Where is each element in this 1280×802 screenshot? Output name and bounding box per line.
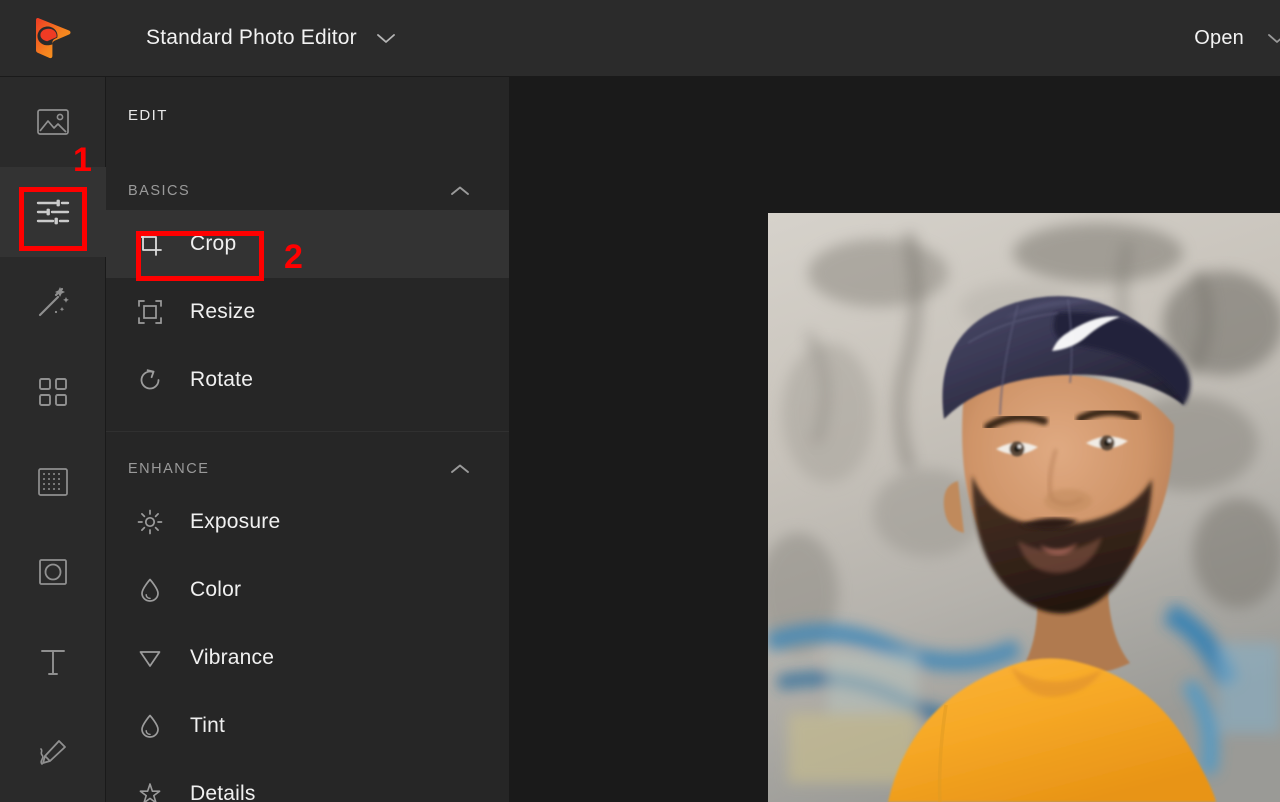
photo-canvas[interactable] [768, 213, 1280, 802]
texture-icon [37, 467, 69, 497]
section-label-basics: BASICS [128, 183, 190, 199]
panel-item-label-resize: Resize [190, 300, 255, 324]
document-title: Standard Photo Editor [146, 26, 357, 50]
panel-item-crop[interactable]: Crop [106, 210, 509, 278]
chevron-down-icon-edge[interactable] [1266, 31, 1280, 45]
panel-item-resize[interactable]: Resize [106, 278, 509, 346]
section-header-basics[interactable]: BASICS [106, 172, 509, 210]
panel-item-label-rotate: Rotate [190, 368, 253, 392]
rail-item-overlay[interactable] [0, 347, 106, 437]
rail-item-texture[interactable] [0, 437, 106, 527]
header-actions: Open [1194, 27, 1280, 50]
crop-icon [128, 231, 172, 257]
panel-item-label-crop: Crop [190, 232, 236, 256]
photo-image [768, 213, 1280, 802]
droplet-icon [128, 577, 172, 603]
resize-icon [128, 299, 172, 325]
chevron-down-icon[interactable] [375, 31, 397, 45]
open-button[interactable]: Open [1194, 27, 1244, 50]
app-logo[interactable] [0, 17, 106, 59]
panel-item-details[interactable]: Details [106, 760, 509, 802]
panel-item-label-details: Details [190, 782, 256, 802]
sliders-icon [36, 199, 70, 225]
section-label-enhance: ENHANCE [128, 461, 209, 477]
section-divider [106, 431, 509, 432]
sun-icon [128, 509, 172, 535]
chevron-up-icon[interactable] [449, 185, 471, 198]
rail-item-effects[interactable] [0, 257, 106, 347]
panel-item-label-tint: Tint [190, 714, 225, 738]
rail-item-layers-image[interactable] [0, 77, 106, 167]
text-icon [39, 647, 67, 677]
section-header-enhance[interactable]: ENHANCE [106, 450, 509, 488]
panel-item-exposure[interactable]: Exposure [106, 488, 509, 556]
rotate-icon [128, 367, 172, 393]
pen-icon [37, 737, 69, 767]
rail-item-vignette[interactable] [0, 527, 106, 617]
panel-item-label-color: Color [190, 578, 241, 602]
grid-icon [38, 377, 68, 407]
droplet-icon [128, 713, 172, 739]
app-header: Standard Photo Editor Open [0, 0, 1280, 77]
sparkle-icon [128, 781, 172, 802]
vignette-icon [38, 558, 68, 586]
panel-item-label-vibrance: Vibrance [190, 646, 274, 670]
magic-wand-icon [36, 285, 70, 319]
triangle-down-icon [128, 645, 172, 671]
rail-item-text[interactable] [0, 617, 106, 707]
panel-item-label-exposure: Exposure [190, 510, 280, 534]
panel-item-vibrance[interactable]: Vibrance [106, 624, 509, 692]
edit-panel: EDIT BASICS Crop [106, 77, 509, 802]
photo-editor-app: Standard Photo Editor Open [0, 0, 1280, 802]
chevron-up-icon[interactable] [449, 463, 471, 476]
document-title-menu[interactable]: Standard Photo Editor [146, 26, 397, 50]
rail-item-draw[interactable] [0, 707, 106, 797]
panel-item-rotate[interactable]: Rotate [106, 346, 509, 414]
panel-item-color[interactable]: Color [106, 556, 509, 624]
pixlr-logo-icon [34, 17, 72, 59]
image-icon [36, 107, 70, 137]
canvas-area[interactable] [509, 77, 1280, 802]
panel-item-tint[interactable]: Tint [106, 692, 509, 760]
tool-rail [0, 77, 106, 802]
panel-title: EDIT [106, 77, 509, 124]
rail-item-adjust[interactable] [0, 167, 106, 257]
